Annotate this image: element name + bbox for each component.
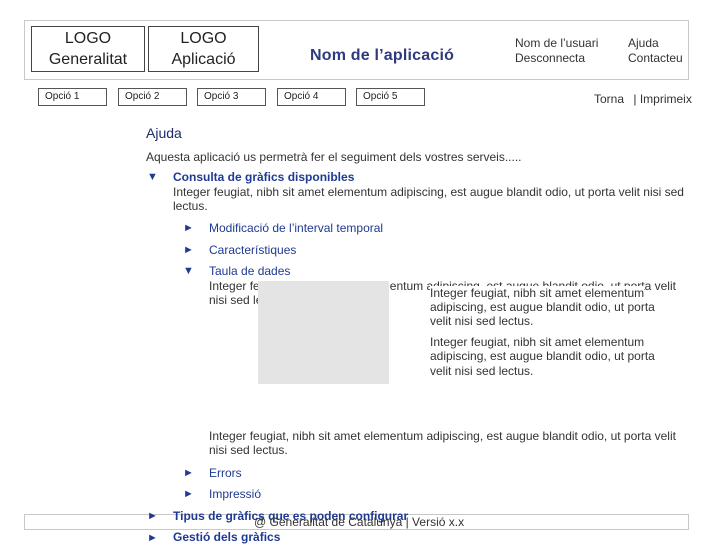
taula-after-text-1: Integer feugiat, nibh sit amet elementum… — [209, 429, 676, 443]
expand-right-icon[interactable]: ► — [147, 510, 158, 522]
app-title: Nom de l’aplicació — [310, 47, 455, 64]
top-links: Torna | Imprimeix — [594, 92, 692, 106]
back-link[interactable]: Torna — [594, 92, 624, 106]
expand-right-icon[interactable]: ► — [147, 532, 158, 544]
help-link[interactable]: Ajuda — [628, 36, 659, 51]
taula-after-text-2: nisi sed lectus. — [209, 443, 288, 457]
help-title: Ajuda — [146, 125, 182, 141]
tab-opcio-2[interactable]: Opció 2 — [118, 88, 187, 106]
expand-right-icon[interactable]: ► — [183, 467, 194, 479]
expand-down-icon[interactable]: ▼ — [147, 171, 158, 183]
print-link[interactable]: Imprimeix — [640, 92, 692, 106]
section-taula-link[interactable]: Taula de dades — [209, 264, 290, 278]
section-consulta-title[interactable]: Consulta de gràfics disponibles — [173, 170, 354, 185]
contact-link[interactable]: Contacteu — [628, 51, 683, 66]
expand-down-icon[interactable]: ▼ — [183, 265, 194, 277]
logo-generalitat-line2: Generalitat — [48, 51, 128, 68]
tab-opcio-4[interactable]: Opció 4 — [277, 88, 346, 106]
section-consulta-body-2: lectus. — [173, 199, 208, 213]
section-caracteristiques-link[interactable]: Característiques — [209, 243, 296, 257]
expand-right-icon[interactable]: ► — [183, 244, 194, 256]
section-impressio-link[interactable]: Impressió — [209, 487, 261, 501]
section-consulta-body-1: Integer feugiat, nibh sit amet elementum… — [173, 185, 684, 199]
username-link[interactable]: Nom de l’usuari — [515, 36, 598, 51]
expand-right-icon[interactable]: ► — [183, 488, 194, 500]
image-placeholder — [258, 281, 389, 384]
taula-col-p2-line3: velit nisi sed lectus. — [430, 364, 534, 378]
taula-col-p1-line1: Integer feugiat, nibh sit amet elementum — [430, 286, 645, 301]
section-gestio-link[interactable]: Gestió dels gràfics — [173, 530, 280, 544]
links-separator: | — [633, 92, 637, 106]
logout-link[interactable]: Desconnecta — [515, 51, 585, 66]
logo-aplicacio-line2: Aplicació — [171, 51, 236, 68]
logo-aplicacio-line1: LOGO — [180, 30, 227, 47]
expand-right-icon[interactable]: ► — [183, 222, 194, 234]
tab-opcio-1[interactable]: Opció 1 — [38, 88, 107, 106]
tab-opcio-3[interactable]: Opció 3 — [197, 88, 266, 106]
section-modificacio-link[interactable]: Modificació de l’interval temporal — [209, 221, 383, 235]
logo-generalitat-line1: LOGO — [64, 30, 112, 47]
taula-col-p1-line2: adipiscing, est augue blandit odio, ut p… — [430, 300, 655, 314]
tab-opcio-5[interactable]: Opció 5 — [356, 88, 425, 106]
logo-aplicacio: LOGO Aplicació — [148, 26, 259, 72]
taula-col-p2-line2: adipiscing, est augue blandit odio, ut p… — [430, 349, 655, 363]
taula-col-p1-line3: velit nisi sed lectus. — [430, 314, 534, 328]
help-intro: Aquesta aplicació us permetrà fer el seg… — [146, 150, 522, 164]
logo-generalitat: LOGO Generalitat — [31, 26, 145, 72]
section-errors-link[interactable]: Errors — [209, 466, 242, 480]
taula-col-p2-line1: Integer feugiat, nibh sit amet elementum — [430, 335, 645, 349]
footer-copyright: @ Generalitat de Catalunya | Versió x.x — [254, 515, 465, 529]
